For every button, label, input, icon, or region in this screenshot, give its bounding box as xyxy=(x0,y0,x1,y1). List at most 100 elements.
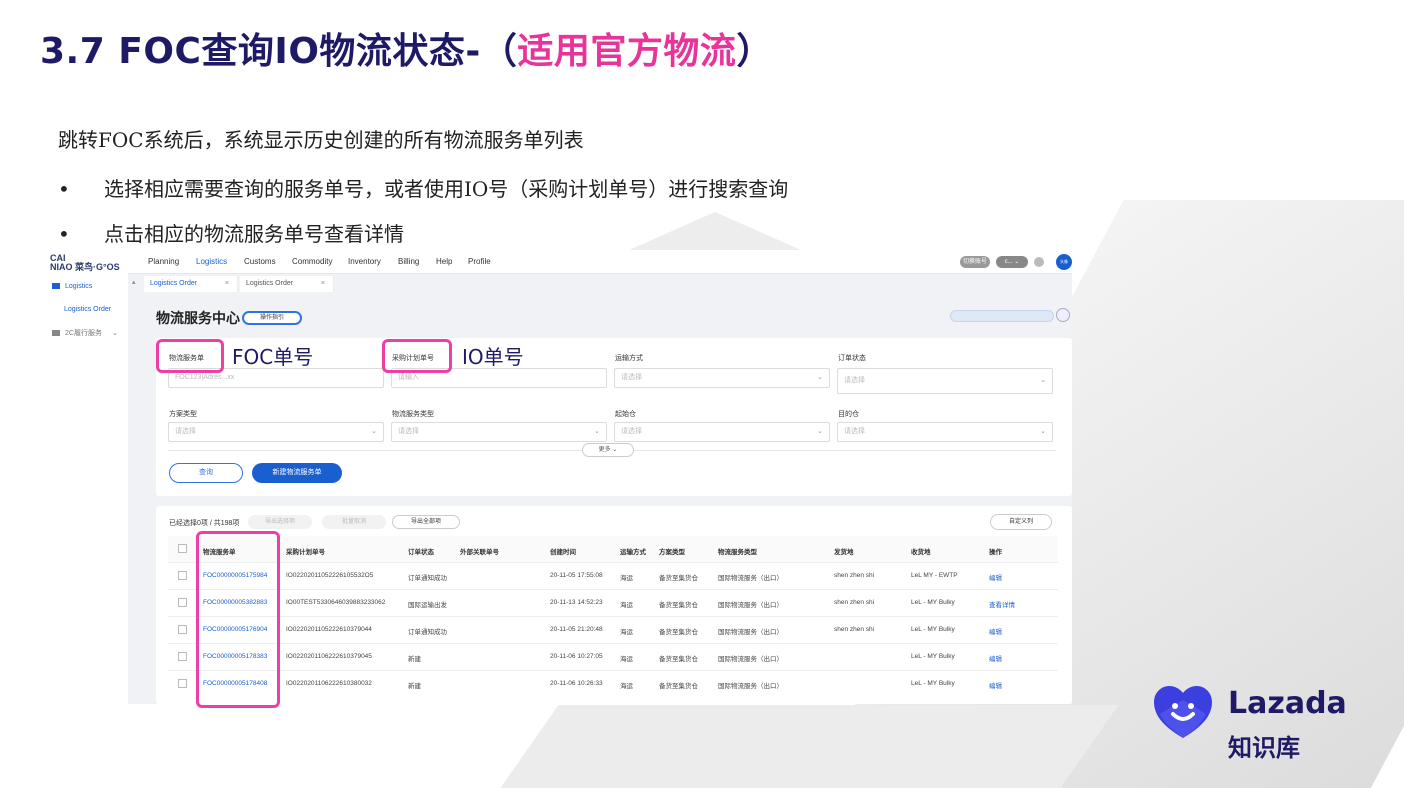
tab-label: Logistics Order xyxy=(246,280,294,287)
table-cell: 备货至集货仓 xyxy=(659,683,698,690)
col-header: 方案类型 xyxy=(659,549,685,556)
table-cell: 海运 xyxy=(620,683,633,690)
row-action-link[interactable]: 编辑 xyxy=(989,680,1002,690)
table-cell: 国际物流服务（出口） xyxy=(718,629,783,636)
row-checkbox[interactable] xyxy=(178,598,187,607)
table-cell: LeL MY - EWTP xyxy=(911,572,958,579)
chevron-down-icon: ⌄ xyxy=(1040,428,1046,435)
highlight-foc-label xyxy=(156,339,224,373)
nav-help[interactable]: Help xyxy=(436,257,452,266)
row-checkbox[interactable] xyxy=(178,625,187,634)
nav-customs[interactable]: Customs xyxy=(244,257,276,266)
close-icon[interactable]: × xyxy=(321,276,325,292)
table-cell: 海运 xyxy=(620,629,633,636)
avatar[interactable]: 头像 xyxy=(1056,254,1072,270)
table-cell: 备货至集货仓 xyxy=(659,629,698,636)
status-select[interactable]: 请选择 ⌄ xyxy=(837,368,1053,394)
table-cell: IO022020110522261037904​4 xyxy=(286,626,372,633)
chevron-up-icon[interactable]: ▴ xyxy=(132,278,136,286)
export-all-button[interactable]: 导出全部项 xyxy=(392,515,460,529)
transport-select[interactable]: 请选择 ⌄ xyxy=(614,368,830,388)
batch-cancel-button[interactable]: 批量取消 xyxy=(322,515,386,529)
row-checkbox[interactable] xyxy=(178,652,187,661)
query-button[interactable]: 查询 xyxy=(169,463,243,483)
row-checkbox[interactable] xyxy=(178,571,187,580)
placeholder: 请选择 xyxy=(398,428,419,435)
filter-label-destination: 目的仓 xyxy=(838,411,859,418)
sidebar-group-label: Logistics xyxy=(65,283,93,290)
selection-info: 已经选择0项 / 共198项 xyxy=(169,520,240,527)
bullet-dot: • xyxy=(58,222,70,246)
table-cell: 20-11-13 14:52:23 xyxy=(550,599,603,606)
table-cell: 国际运输出发 xyxy=(408,602,447,609)
logistics-icon xyxy=(52,283,60,290)
table-cell: IO022020110622261038003​2 xyxy=(286,680,372,687)
row-action-link[interactable]: 编辑 xyxy=(989,626,1002,636)
title-end: ） xyxy=(736,31,773,72)
nav-profile[interactable]: Profile xyxy=(468,257,491,266)
col-header: 运输方式 xyxy=(620,549,646,556)
menu-icon xyxy=(52,330,60,337)
custom-columns-button[interactable]: 自定义列 xyxy=(990,514,1052,530)
table-cell: LeL - MY Bulky xyxy=(911,653,955,660)
nav-logistics[interactable]: Logistics xyxy=(196,257,227,266)
placeholder: 请选择 xyxy=(621,428,642,435)
sidebar-item-logistics-order[interactable]: Logistics Order xyxy=(64,306,111,313)
table-cell: LeL - MY Bulky xyxy=(911,680,955,687)
origin-select[interactable]: 请选择 ⌄ xyxy=(614,422,830,442)
sidebar-group2-label: 2C履行服务 xyxy=(65,330,102,337)
brand-subtitle: 知识库 xyxy=(1228,734,1300,762)
title-accent: 适用官方物流 xyxy=(517,31,737,72)
row-action-link[interactable]: 编辑 xyxy=(989,653,1002,663)
more-filters-button[interactable]: 更多 ⌄ xyxy=(582,443,634,457)
col-header: 订单状态 xyxy=(408,549,434,556)
placeholder: 请选择 xyxy=(844,428,865,435)
table-cell: 新建 xyxy=(408,683,421,690)
global-search-input[interactable] xyxy=(950,310,1054,322)
table-cell: 国际物流服务（出口） xyxy=(718,575,783,582)
row-action-link[interactable]: 编辑 xyxy=(989,572,1002,582)
bullet-item: • 选择相应需要查询的服务单号，或者使用IO号（采购计划单号）进行搜索查询 xyxy=(58,173,788,202)
export-selected-button[interactable]: 导出选择项 xyxy=(248,515,312,529)
row-checkbox[interactable] xyxy=(178,679,187,688)
new-service-order-button[interactable]: 新建物流服务单 xyxy=(252,463,342,483)
tab-logistics-order[interactable]: Logistics Order × xyxy=(144,276,238,292)
table-cell: 备货至集货仓 xyxy=(659,575,698,582)
bullet-text: 选择相应需要查询的服务单号，或者使用IO号（采购计划单号）进行搜索查询 xyxy=(104,177,789,201)
chevron-down-icon: ⌄ xyxy=(817,428,823,435)
top-nav: Planning Logistics Customs Commodity Inv… xyxy=(128,250,1072,274)
col-header: 操作 xyxy=(989,549,1002,556)
table-cell: IO022020110622261037904​5 xyxy=(286,653,372,660)
sidebar-item-2c[interactable]: 2C履行服务 ⌄ xyxy=(52,328,118,338)
nav-planning[interactable]: Planning xyxy=(148,257,179,266)
background-shape xyxy=(481,705,1119,788)
table-cell: 国际物流服务（出口） xyxy=(718,683,783,690)
service-type-select[interactable]: 请选择 ⌄ xyxy=(391,422,607,442)
lazada-heart-icon xyxy=(1154,686,1212,738)
user-menu-button[interactable]: c... ⌄ xyxy=(996,256,1028,268)
close-icon[interactable]: × xyxy=(225,276,229,292)
tab-logistics-order-2[interactable]: Logistics Order × xyxy=(240,276,334,292)
bullet-item: • 点击相应的物流服务单号查看详情 xyxy=(58,218,404,247)
nav-commodity[interactable]: Commodity xyxy=(292,257,332,266)
chevron-down-icon: ⌄ xyxy=(111,330,118,337)
nav-billing[interactable]: Billing xyxy=(398,257,419,266)
nav-inventory[interactable]: Inventory xyxy=(348,257,381,266)
destination-select[interactable]: 请选择 ⌄ xyxy=(837,422,1053,442)
grid-icon[interactable] xyxy=(1056,308,1070,322)
table-cell: 20-11-06 10:27:05 xyxy=(550,653,603,660)
cainiao-logo: CAI NIAO 菜鸟·G°OS xyxy=(50,254,120,272)
sidebar-item-logistics[interactable]: Logistics xyxy=(52,283,92,290)
guide-button[interactable]: 操作指引 xyxy=(242,311,302,325)
bullet-dot: • xyxy=(58,177,70,201)
table-cell: shen zhen shi xyxy=(834,572,875,579)
plan-type-select[interactable]: 请选择 ⌄ xyxy=(168,422,384,442)
select-all-checkbox[interactable] xyxy=(178,544,187,553)
switch-account-button[interactable]: 切换账号 xyxy=(960,256,990,268)
table-cell: IO02202011052226105532O5 xyxy=(286,572,374,579)
row-action-link[interactable]: 查看详情 xyxy=(989,599,1015,609)
col-header: 创建时间 xyxy=(550,549,576,556)
notification-icon[interactable] xyxy=(1034,257,1044,267)
intro-text: 跳转FOC系统后，系统显示历史创建的所有物流服务单列表 xyxy=(58,128,584,152)
annotation-foc: FOC单号 xyxy=(232,345,314,369)
